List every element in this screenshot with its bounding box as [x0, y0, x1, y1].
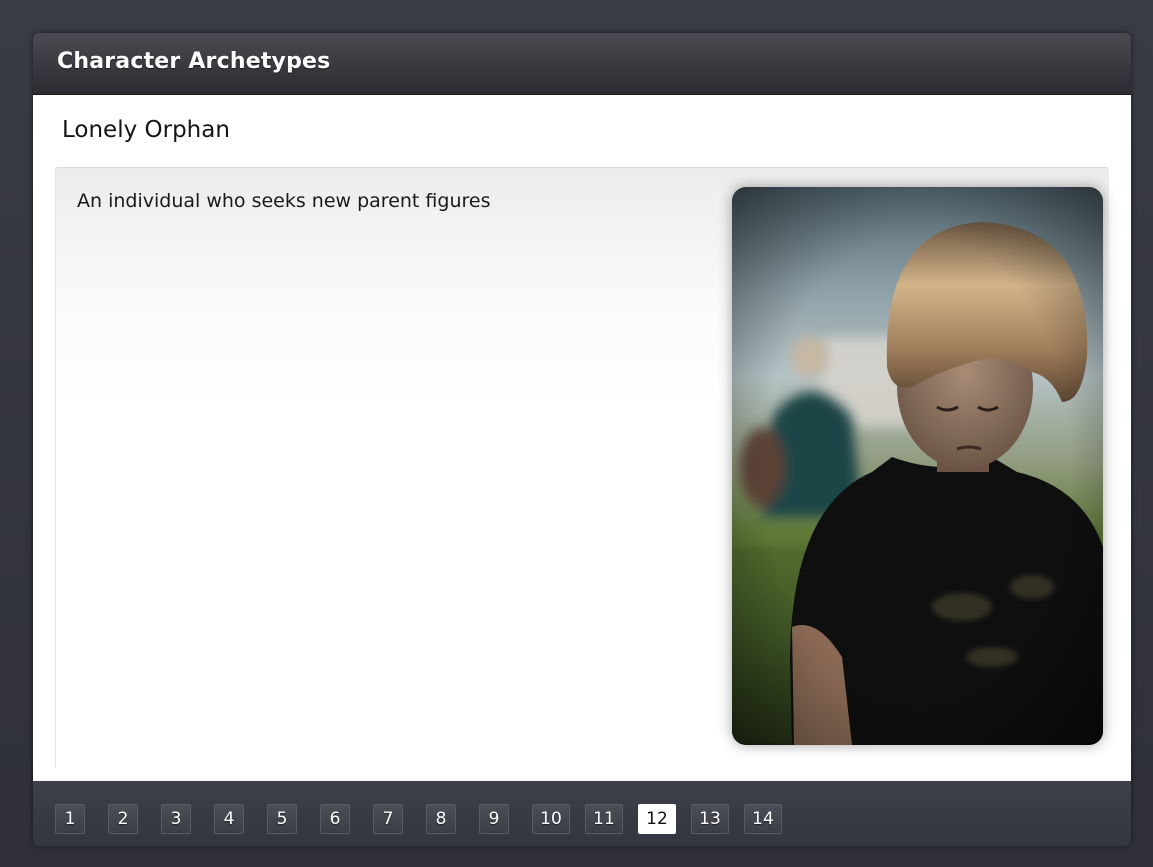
slide-heading: Lonely Orphan [62, 117, 230, 143]
page-button-6[interactable]: 6 [320, 804, 350, 834]
page-button-7[interactable]: 7 [373, 804, 403, 834]
pagination-bar: 1 2 3 4 5 6 7 8 9 10 11 12 13 14 [33, 781, 1131, 846]
page-button-5[interactable]: 5 [267, 804, 297, 834]
page-button-4[interactable]: 4 [214, 804, 244, 834]
slide-description: An individual who seeks new parent figur… [77, 190, 491, 212]
title-bar: Character Archetypes [33, 33, 1131, 95]
page-button-12[interactable]: 12 [638, 804, 676, 834]
photo-illustration [732, 187, 1103, 745]
page-button-14[interactable]: 14 [744, 804, 782, 834]
page-button-8[interactable]: 8 [426, 804, 456, 834]
sad-child-photo [732, 187, 1103, 745]
page-button-1[interactable]: 1 [55, 804, 85, 834]
page-button-3[interactable]: 3 [161, 804, 191, 834]
page-button-10[interactable]: 10 [532, 804, 570, 834]
slide-panel: An individual who seeks new parent figur… [55, 167, 1109, 767]
window-title: Character Archetypes [57, 49, 331, 74]
page-button-9[interactable]: 9 [479, 804, 509, 834]
slide-window: Character Archetypes Lonely Orphan An in… [33, 33, 1131, 846]
page-button-2[interactable]: 2 [108, 804, 138, 834]
page-button-11[interactable]: 11 [585, 804, 623, 834]
page-button-13[interactable]: 13 [691, 804, 729, 834]
slide-content: Lonely Orphan An individual who seeks ne… [33, 95, 1131, 781]
